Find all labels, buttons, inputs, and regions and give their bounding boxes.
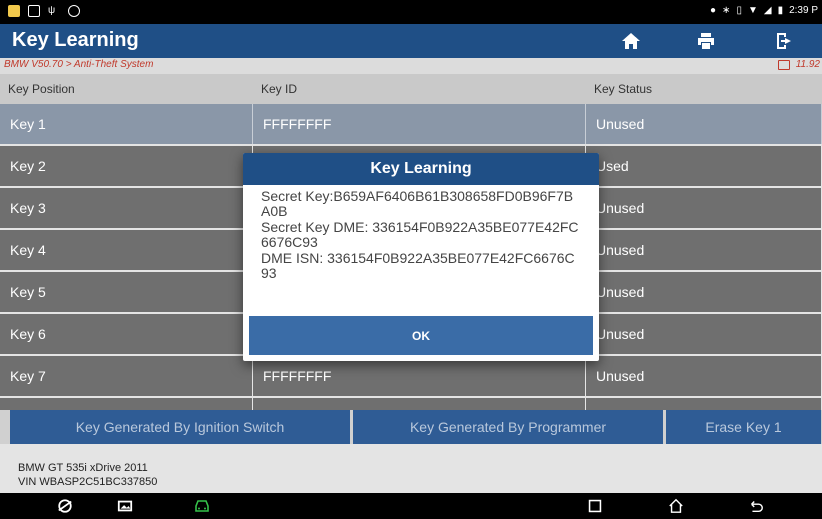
key-status-cell: Unused bbox=[586, 314, 822, 354]
wifi-icon: ▼ bbox=[747, 5, 758, 16]
page-title: Key Learning bbox=[12, 29, 139, 51]
header-key-status: Key Status bbox=[594, 82, 653, 96]
key-id-cell bbox=[253, 398, 586, 410]
table-header: Key Position Key ID Key Status bbox=[0, 74, 822, 104]
clock-notification-icon bbox=[68, 5, 80, 17]
gallery-button[interactable] bbox=[116, 497, 134, 515]
gallery-icon bbox=[117, 500, 133, 512]
dialog-body: Secret Key:B659AF6406B61B308658FD0B96F7B… bbox=[243, 185, 599, 317]
signal-icon: ◢ bbox=[763, 5, 772, 16]
recent-apps-icon bbox=[588, 499, 602, 513]
battery-icon: ▮ bbox=[777, 5, 784, 16]
home-icon bbox=[622, 33, 640, 49]
back-button[interactable] bbox=[747, 497, 765, 515]
key-status-cell: Unused bbox=[586, 356, 822, 396]
browser-button[interactable] bbox=[56, 497, 74, 515]
ok-button[interactable]: OK bbox=[249, 316, 593, 355]
dialog-title: Key Learning bbox=[243, 153, 599, 185]
message-notification-icon bbox=[8, 5, 20, 17]
action-bar: Key Generated By Ignition Switch Key Gen… bbox=[0, 410, 822, 444]
table-row-partial[interactable] bbox=[0, 398, 822, 410]
print-button[interactable] bbox=[680, 26, 732, 56]
version-number: 11.92 bbox=[795, 59, 820, 70]
car-diagnostic-icon bbox=[195, 500, 209, 512]
dme-isn-text: DME ISN: 336154F0B922A35BE077E42FC6676C9… bbox=[261, 250, 575, 281]
table-row[interactable]: Key 7 FFFFFFFF Unused bbox=[0, 356, 822, 396]
image-notification-icon bbox=[28, 5, 40, 17]
key-position-cell: Key 1 bbox=[0, 104, 253, 144]
calendar-icon bbox=[777, 59, 790, 70]
key-status-cell: Unused bbox=[586, 272, 822, 312]
key-learning-dialog: Key Learning Secret Key:B659AF6406B61B30… bbox=[243, 153, 599, 361]
back-icon bbox=[751, 501, 763, 513]
breadcrumb-bar: BMW V50.70 > Anti-Theft System 11.92 bbox=[0, 58, 822, 74]
app-bar: Key Learning bbox=[0, 24, 822, 58]
vehicle-model: BMW GT 535i xDrive 2011 bbox=[18, 462, 148, 474]
key-by-programmer-button[interactable]: Key Generated By Programmer bbox=[353, 410, 663, 444]
key-status-cell: Used bbox=[586, 146, 822, 186]
bluetooth-icon: ∗ bbox=[722, 5, 731, 16]
key-position-cell: Key 3 bbox=[0, 188, 253, 228]
location-icon: ● bbox=[710, 5, 717, 16]
home-outline-icon bbox=[669, 498, 683, 513]
erase-key-button[interactable]: Erase Key 1 bbox=[666, 410, 821, 444]
key-position-cell: Key 2 bbox=[0, 146, 253, 186]
key-position-cell: Key 7 bbox=[0, 356, 253, 396]
secret-key-dme-text: Secret Key DME: 336154F0B922A35BE077E42F… bbox=[261, 219, 579, 250]
key-id-cell: FFFFFFFF bbox=[253, 104, 586, 144]
breadcrumb: BMW V50.70 > Anti-Theft System bbox=[4, 59, 154, 70]
exit-button[interactable] bbox=[758, 26, 810, 56]
version-info: 11.92 bbox=[777, 59, 820, 70]
exit-icon bbox=[777, 33, 791, 49]
printer-icon bbox=[698, 33, 714, 49]
secret-key-text: Secret Key:B659AF6406B61B308658FD0B96F7B… bbox=[261, 188, 574, 219]
key-status-cell: Unused bbox=[586, 230, 822, 270]
status-time: 2:39 P bbox=[789, 5, 818, 16]
diagnostic-car-button[interactable] bbox=[193, 497, 211, 515]
browser-icon bbox=[58, 499, 72, 513]
key-position-cell: Key 6 bbox=[0, 314, 253, 354]
recent-apps-button[interactable] bbox=[586, 497, 604, 515]
status-bar: ψ ● ∗ ▯ ▼ ◢ ▮ 2:39 P bbox=[0, 0, 822, 24]
key-position-cell bbox=[0, 398, 253, 410]
key-status-cell: Unused bbox=[586, 104, 822, 144]
vehicle-info: BMW GT 535i xDrive 2011 VIN WBASP2C51BC3… bbox=[0, 444, 822, 493]
key-position-cell: Key 4 bbox=[0, 230, 253, 270]
home-nav-button[interactable] bbox=[667, 497, 685, 515]
key-status-cell bbox=[586, 398, 822, 410]
key-status-cell: Unused bbox=[586, 188, 822, 228]
vibrate-icon: ▯ bbox=[736, 5, 742, 16]
navigation-bar bbox=[0, 493, 822, 519]
usb-icon: ψ bbox=[48, 5, 56, 16]
table-row[interactable]: Key 1 FFFFFFFF Unused bbox=[0, 104, 822, 144]
header-key-id: Key ID bbox=[261, 82, 298, 96]
header-key-position: Key Position bbox=[8, 82, 75, 96]
vehicle-vin: VIN WBASP2C51BC337850 bbox=[18, 476, 158, 488]
key-by-ignition-button[interactable]: Key Generated By Ignition Switch bbox=[10, 410, 350, 444]
key-id-cell: FFFFFFFF bbox=[253, 356, 586, 396]
key-position-cell: Key 5 bbox=[0, 272, 253, 312]
home-button[interactable] bbox=[605, 26, 657, 56]
